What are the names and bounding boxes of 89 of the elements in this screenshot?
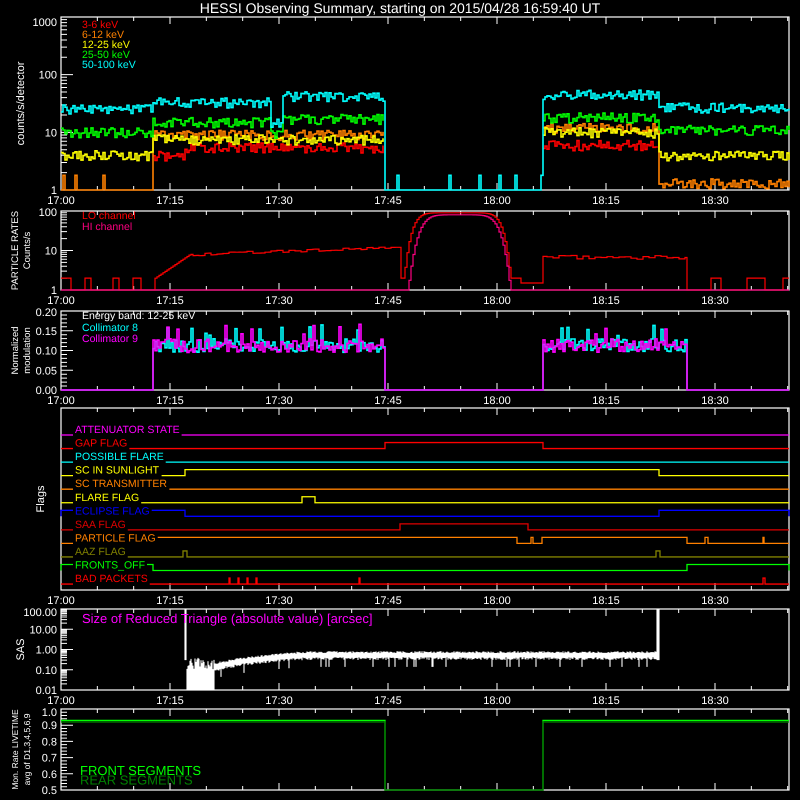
time-tick-label: 17:45 [374,395,402,406]
time-tick-label: 18:00 [483,295,511,306]
axis-title: Normalized [10,326,21,375]
time-tick-label: 17:30 [265,395,293,406]
axis-tick-label: 100 [38,70,57,82]
time-tick-label: 17:00 [47,695,75,706]
axis-title: Counts/s [22,232,33,270]
time-tick-label: 17:15 [156,595,184,606]
time-tick-label: 17:00 [47,595,75,606]
time-tick-label: 17:00 [47,395,75,406]
axis-title: avg of D1,3,4,5,6,9 [22,714,32,786]
legend-label: LO channel [82,210,136,222]
axis-tick-label: 1 [50,285,57,297]
time-tick-label: 17:45 [374,595,402,606]
axis-title: modulation [22,327,33,374]
axis-tick-label: 0.10 [36,664,57,677]
flag-label: POSSIBLE FLARE [75,451,164,464]
time-tick-label: 17:45 [374,195,402,206]
time-tick-label: 17:30 [265,195,293,206]
axis-tick-label: 1.00 [36,644,57,656]
axis-tick-label: 1.0 [42,707,57,719]
legend-label: Collimator 9 [82,333,138,345]
legend-label: HI channel [82,221,132,233]
flag-label: AAZ FLAG [75,546,126,558]
time-tick-label: 18:15 [592,195,620,206]
axis-title: PARTICLE RATES [10,210,21,290]
axis-title: counts/s/detector [15,62,27,146]
axis-tick-label: 0.20 [36,307,57,319]
time-tick-label: 18:00 [483,695,511,706]
axis-title: Flags [35,486,47,512]
axis-tick-label: 0.00 [36,385,57,397]
time-tick-label: 18:00 [483,195,511,206]
legend-label: 50-100 keV [82,59,136,71]
axis-tick-label: 10.00 [29,624,57,636]
time-tick-label: 17:45 [374,695,402,706]
axis-tick-label: 0.8 [42,736,57,748]
time-tick-label: 17:15 [156,395,184,406]
time-tick-label: 18:15 [592,595,620,606]
flag-label: GAP FLAG [75,438,128,450]
axis-tick-label: 0.6 [42,768,57,781]
legend-label: 6-12 keV [82,29,124,41]
time-tick-label: 18:30 [701,395,729,406]
time-tick-label: 17:30 [265,295,293,306]
time-tick-label: 18:00 [483,595,511,606]
axis-tick-label: 10 [44,127,57,140]
axis-tick-label: 0.7 [42,752,57,765]
flag-label: PARTICLE FLAG [75,532,156,544]
time-tick-label: 17:30 [265,595,293,606]
axis-tick-label: 1000 [32,17,57,29]
time-tick-label: 18:00 [483,395,511,406]
time-tick-label: 18:15 [592,295,620,306]
time-tick-label: 18:30 [701,595,729,606]
time-tick-label: 17:45 [374,295,402,306]
time-tick-label: 17:00 [47,195,75,206]
legend-label: 3-6 keV [82,19,118,31]
legend-label: Collimator 8 [82,322,138,334]
axis-title: SAS [15,638,27,660]
time-tick-label: 17:00 [47,295,75,306]
time-tick-label: 17:15 [156,195,184,206]
time-tick-label: 18:15 [592,695,620,706]
flag-label: SC TRANSMITTER [75,478,167,490]
axis-tick-label: 10 [44,246,57,258]
time-tick-label: 18:30 [701,195,729,206]
flag-label: SAA FLAG [75,518,126,531]
flag-label: FRONTS_OFF [75,560,145,572]
axis-tick-label: 0.05 [36,365,57,378]
flag-label: ECLIPSE FLAG [75,505,150,518]
time-tick-label: 18:15 [592,395,620,406]
flag-label: ATTENUATOR STATE [75,424,180,436]
flag-label: FLARE FLAG [75,492,140,504]
axis-tick-label: 1 [50,185,57,197]
legend-label: 12-25 keV [82,39,130,51]
flag-label: BAD PACKETS [75,573,148,586]
axis-tick-label: 0.15 [36,326,57,338]
time-tick-label: 18:30 [701,695,729,706]
flag-label: SC IN SUNLIGHT [75,464,160,477]
time-tick-label: 17:15 [156,695,184,706]
axis-tick-label: 0.01 [36,685,57,697]
legend-label: 25-50 keV [82,49,130,61]
axis-tick-label: 100.00 [23,607,57,619]
time-tick-label: 18:30 [701,295,729,306]
axis-tick-label: 0.9 [42,720,57,732]
time-tick-label: 17:30 [265,695,293,706]
axis-tick-label: 0.5 [42,785,57,797]
chart-title: HESSI Observing Summary, starting on 2015/04/28 16:59:40 UT [198,0,602,16]
axis-title: Mon. Rate LIVETIME [10,709,20,790]
time-tick-label: 17:15 [156,295,184,306]
axis-tick-label: 100 [38,207,57,219]
axis-tick-label: 0.10 [36,346,57,358]
